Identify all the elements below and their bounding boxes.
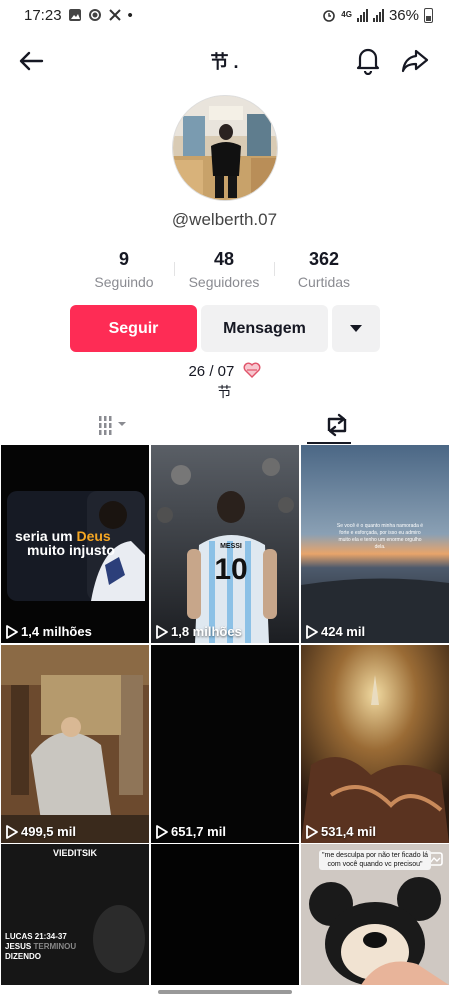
reposts-icon bbox=[327, 413, 346, 437]
play-icon bbox=[156, 824, 168, 839]
video-caption: LUCAS 21:34-37 JESUS TERMINOU DIZENDO bbox=[5, 932, 85, 962]
battery-icon bbox=[424, 7, 433, 23]
video-thumbnail[interactable]: MESSI 10 1,8 milhões bbox=[151, 445, 299, 643]
video-top-text: VIEDITSIK bbox=[52, 848, 97, 858]
whatsapp-notification-icon bbox=[88, 9, 101, 21]
battery-percent: 36% bbox=[388, 6, 419, 24]
play-icon bbox=[156, 624, 168, 639]
notification-dot: • bbox=[127, 6, 133, 24]
play-icon bbox=[306, 824, 318, 839]
play-icon bbox=[6, 624, 18, 639]
username: @welberth.07 bbox=[171, 210, 278, 229]
jersey-number: 10 bbox=[214, 553, 248, 586]
video-thumbnail[interactable]: seria um Deus muito injusto 1,4 milhões bbox=[1, 445, 149, 643]
view-count: 499,5 mil bbox=[5, 824, 76, 839]
view-count: 531,4 mil bbox=[305, 824, 376, 839]
video-caption: Se você é o quanto minha namorada é fort… bbox=[336, 523, 424, 550]
play-icon bbox=[6, 824, 18, 839]
verse-ref: LUCAS 21:34-37 bbox=[5, 932, 67, 941]
stat-label: Seguidores bbox=[188, 274, 260, 290]
profile-stats: 9 Seguindo 48 Seguidores 362 Curtidas bbox=[74, 248, 374, 294]
bio-symbol: 节 bbox=[217, 384, 232, 400]
avatar[interactable] bbox=[172, 95, 278, 201]
network-type: 4G bbox=[341, 10, 352, 19]
stat-following[interactable]: 9 Seguindo bbox=[74, 248, 174, 294]
caret-down-icon bbox=[350, 325, 362, 332]
caption-part: JESUS bbox=[5, 942, 34, 951]
view-count-text: 531,4 mil bbox=[321, 824, 376, 839]
video-thumbnail[interactable]: 531,4 mil bbox=[301, 645, 449, 843]
top-nav: 节 . bbox=[0, 40, 449, 80]
view-count: 424 mil bbox=[305, 624, 365, 639]
caption-part: TERMINOU bbox=[33, 942, 77, 951]
bio-line: 26 / 07 bbox=[0, 362, 449, 380]
videos-grid-icon bbox=[98, 416, 126, 435]
video-grid: seria um Deus muito injusto 1,4 milhões … bbox=[0, 445, 449, 985]
video-thumbnail[interactable]: VIEDITSIK LUCAS 21:34-37 JESUS TERMINOU … bbox=[1, 844, 149, 985]
stat-followers[interactable]: 48 Seguidores bbox=[174, 248, 274, 294]
share-icon[interactable] bbox=[400, 45, 430, 75]
alarm-icon bbox=[323, 10, 336, 22]
play-icon bbox=[306, 624, 318, 639]
view-count-text: 1,8 milhões bbox=[171, 624, 242, 639]
notification-bell-icon[interactable] bbox=[354, 45, 382, 75]
content-tabs bbox=[0, 405, 449, 445]
view-count: 1,4 milhões bbox=[5, 624, 92, 639]
status-bar: 17:23 • 4G 36% bbox=[0, 0, 449, 30]
x-notification-icon bbox=[108, 9, 121, 21]
follow-button[interactable]: Seguir bbox=[70, 305, 197, 352]
stat-label: Curtidas bbox=[297, 274, 351, 290]
video-caption: "me desculpa por não ter ficado lá com v… bbox=[319, 850, 431, 870]
view-count: 1,8 milhões bbox=[155, 624, 242, 639]
stat-value: 362 bbox=[308, 249, 340, 269]
heart-emoji-icon bbox=[243, 362, 260, 378]
caption-part: DIZENDO bbox=[5, 952, 41, 961]
video-thumbnail[interactable]: 651,7 mil bbox=[151, 645, 299, 843]
view-count-text: 651,7 mil bbox=[171, 824, 226, 839]
caption-part: muito injusto bbox=[27, 542, 115, 558]
gallery-notification-icon bbox=[68, 9, 81, 21]
video-thumbnail[interactable]: "me desculpa por não ter ficado lá com v… bbox=[301, 844, 449, 985]
view-count-text: 424 mil bbox=[321, 624, 366, 639]
video-thumbnail[interactable]: Se você é o quanto minha namorada é fort… bbox=[301, 445, 449, 643]
clock: 17:23 bbox=[24, 6, 62, 24]
view-count: 651,7 mil bbox=[155, 824, 226, 839]
active-tab-indicator bbox=[307, 442, 351, 444]
stat-value: 48 bbox=[213, 249, 235, 269]
video-thumbnail[interactable] bbox=[151, 844, 299, 985]
home-indicator[interactable] bbox=[158, 990, 292, 994]
more-options-button[interactable] bbox=[332, 305, 380, 352]
video-caption: seria um Deus muito injusto bbox=[7, 529, 141, 557]
video-thumbnail[interactable]: 499,5 mil bbox=[1, 645, 149, 843]
stat-value: 9 bbox=[118, 249, 129, 269]
tab-reposts[interactable] bbox=[224, 405, 449, 445]
stat-likes[interactable]: 362 Curtidas bbox=[274, 248, 374, 294]
signal-icon bbox=[356, 8, 368, 22]
bio-text: 26 / 07 bbox=[188, 363, 235, 380]
view-count-text: 499,5 mil bbox=[21, 824, 76, 839]
view-count-text: 1,4 milhões bbox=[21, 624, 92, 639]
signal-icon-2 bbox=[372, 8, 384, 22]
stat-label: Seguindo bbox=[94, 274, 154, 290]
message-button[interactable]: Mensagem bbox=[201, 305, 328, 352]
tab-videos[interactable] bbox=[0, 405, 225, 445]
jersey-name: MESSI bbox=[220, 543, 242, 550]
